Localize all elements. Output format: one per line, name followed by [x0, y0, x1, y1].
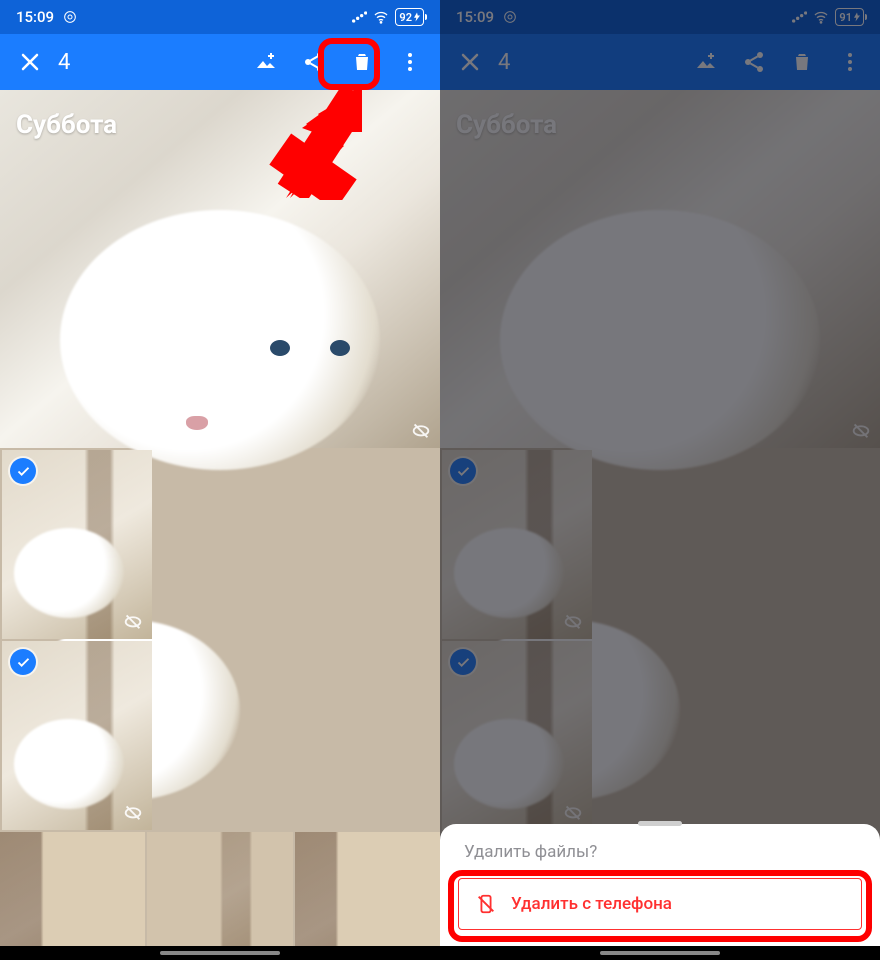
status-bar: 15:09 92: [0, 0, 440, 34]
status-time: 15:09: [456, 8, 494, 26]
phone-screenshot-right: 15:09 91 4 Суббота: [440, 0, 880, 960]
wifi-icon: [813, 9, 829, 25]
wifi-icon: [373, 9, 389, 25]
phone-delete-icon: [475, 893, 497, 915]
not-synced-icon: [410, 418, 432, 440]
sheet-prompt: Удалить файлы?: [464, 842, 856, 862]
share-button[interactable]: [730, 38, 778, 86]
battery-indicator: 91: [835, 8, 864, 26]
gallery-content[interactable]: Суббота: [0, 90, 440, 960]
date-heading: Суббота: [16, 110, 117, 140]
battery-level: 92: [399, 11, 412, 24]
modal-scrim[interactable]: [440, 0, 880, 960]
photo-thumb[interactable]: [295, 832, 440, 960]
photo-thumb[interactable]: [147, 832, 292, 960]
selection-check-icon[interactable]: [10, 649, 36, 675]
photo-thumb[interactable]: [0, 832, 145, 960]
photo-thumb[interactable]: [2, 450, 152, 639]
selection-count: 4: [58, 50, 242, 75]
sheet-drag-handle[interactable]: [638, 821, 682, 826]
battery-level: 91: [839, 11, 852, 24]
selection-toolbar: 4: [440, 34, 880, 90]
delete-bottom-sheet: Удалить файлы? Удалить с телефона: [440, 824, 880, 960]
signal-dot-icon: [791, 9, 807, 25]
delete-button[interactable]: [338, 38, 386, 86]
battery-indicator: 92: [395, 8, 424, 26]
home-indicator[interactable]: [600, 951, 720, 955]
status-time: 15:09: [16, 8, 54, 26]
selection-check-icon[interactable]: [10, 458, 36, 484]
not-synced-icon: [122, 800, 144, 822]
assistant-icon: [502, 9, 518, 25]
more-menu-button[interactable]: [826, 38, 874, 86]
close-selection-button[interactable]: [6, 38, 54, 86]
selection-count: 4: [498, 50, 682, 75]
phone-screenshot-left: 15:09 92 4: [0, 0, 440, 960]
assistant-icon: [62, 9, 78, 25]
close-selection-button[interactable]: [446, 38, 494, 86]
delete-from-phone-label: Удалить с телефона: [511, 894, 672, 914]
more-menu-button[interactable]: [386, 38, 434, 86]
selection-toolbar: 4: [0, 34, 440, 90]
signal-dot-icon: [351, 9, 367, 25]
photo-thumb[interactable]: [2, 641, 152, 830]
home-indicator[interactable]: [160, 951, 280, 955]
system-nav-bar: [440, 946, 880, 960]
status-bar: 15:09 91: [440, 0, 880, 34]
delete-from-phone-button[interactable]: Удалить с телефона: [458, 878, 862, 930]
not-synced-icon: [122, 609, 144, 631]
delete-button[interactable]: [778, 38, 826, 86]
share-button[interactable]: [290, 38, 338, 86]
add-to-button[interactable]: [682, 38, 730, 86]
add-to-button[interactable]: [242, 38, 290, 86]
system-nav-bar: [0, 946, 440, 960]
hero-photo[interactable]: Суббота: [0, 90, 440, 448]
